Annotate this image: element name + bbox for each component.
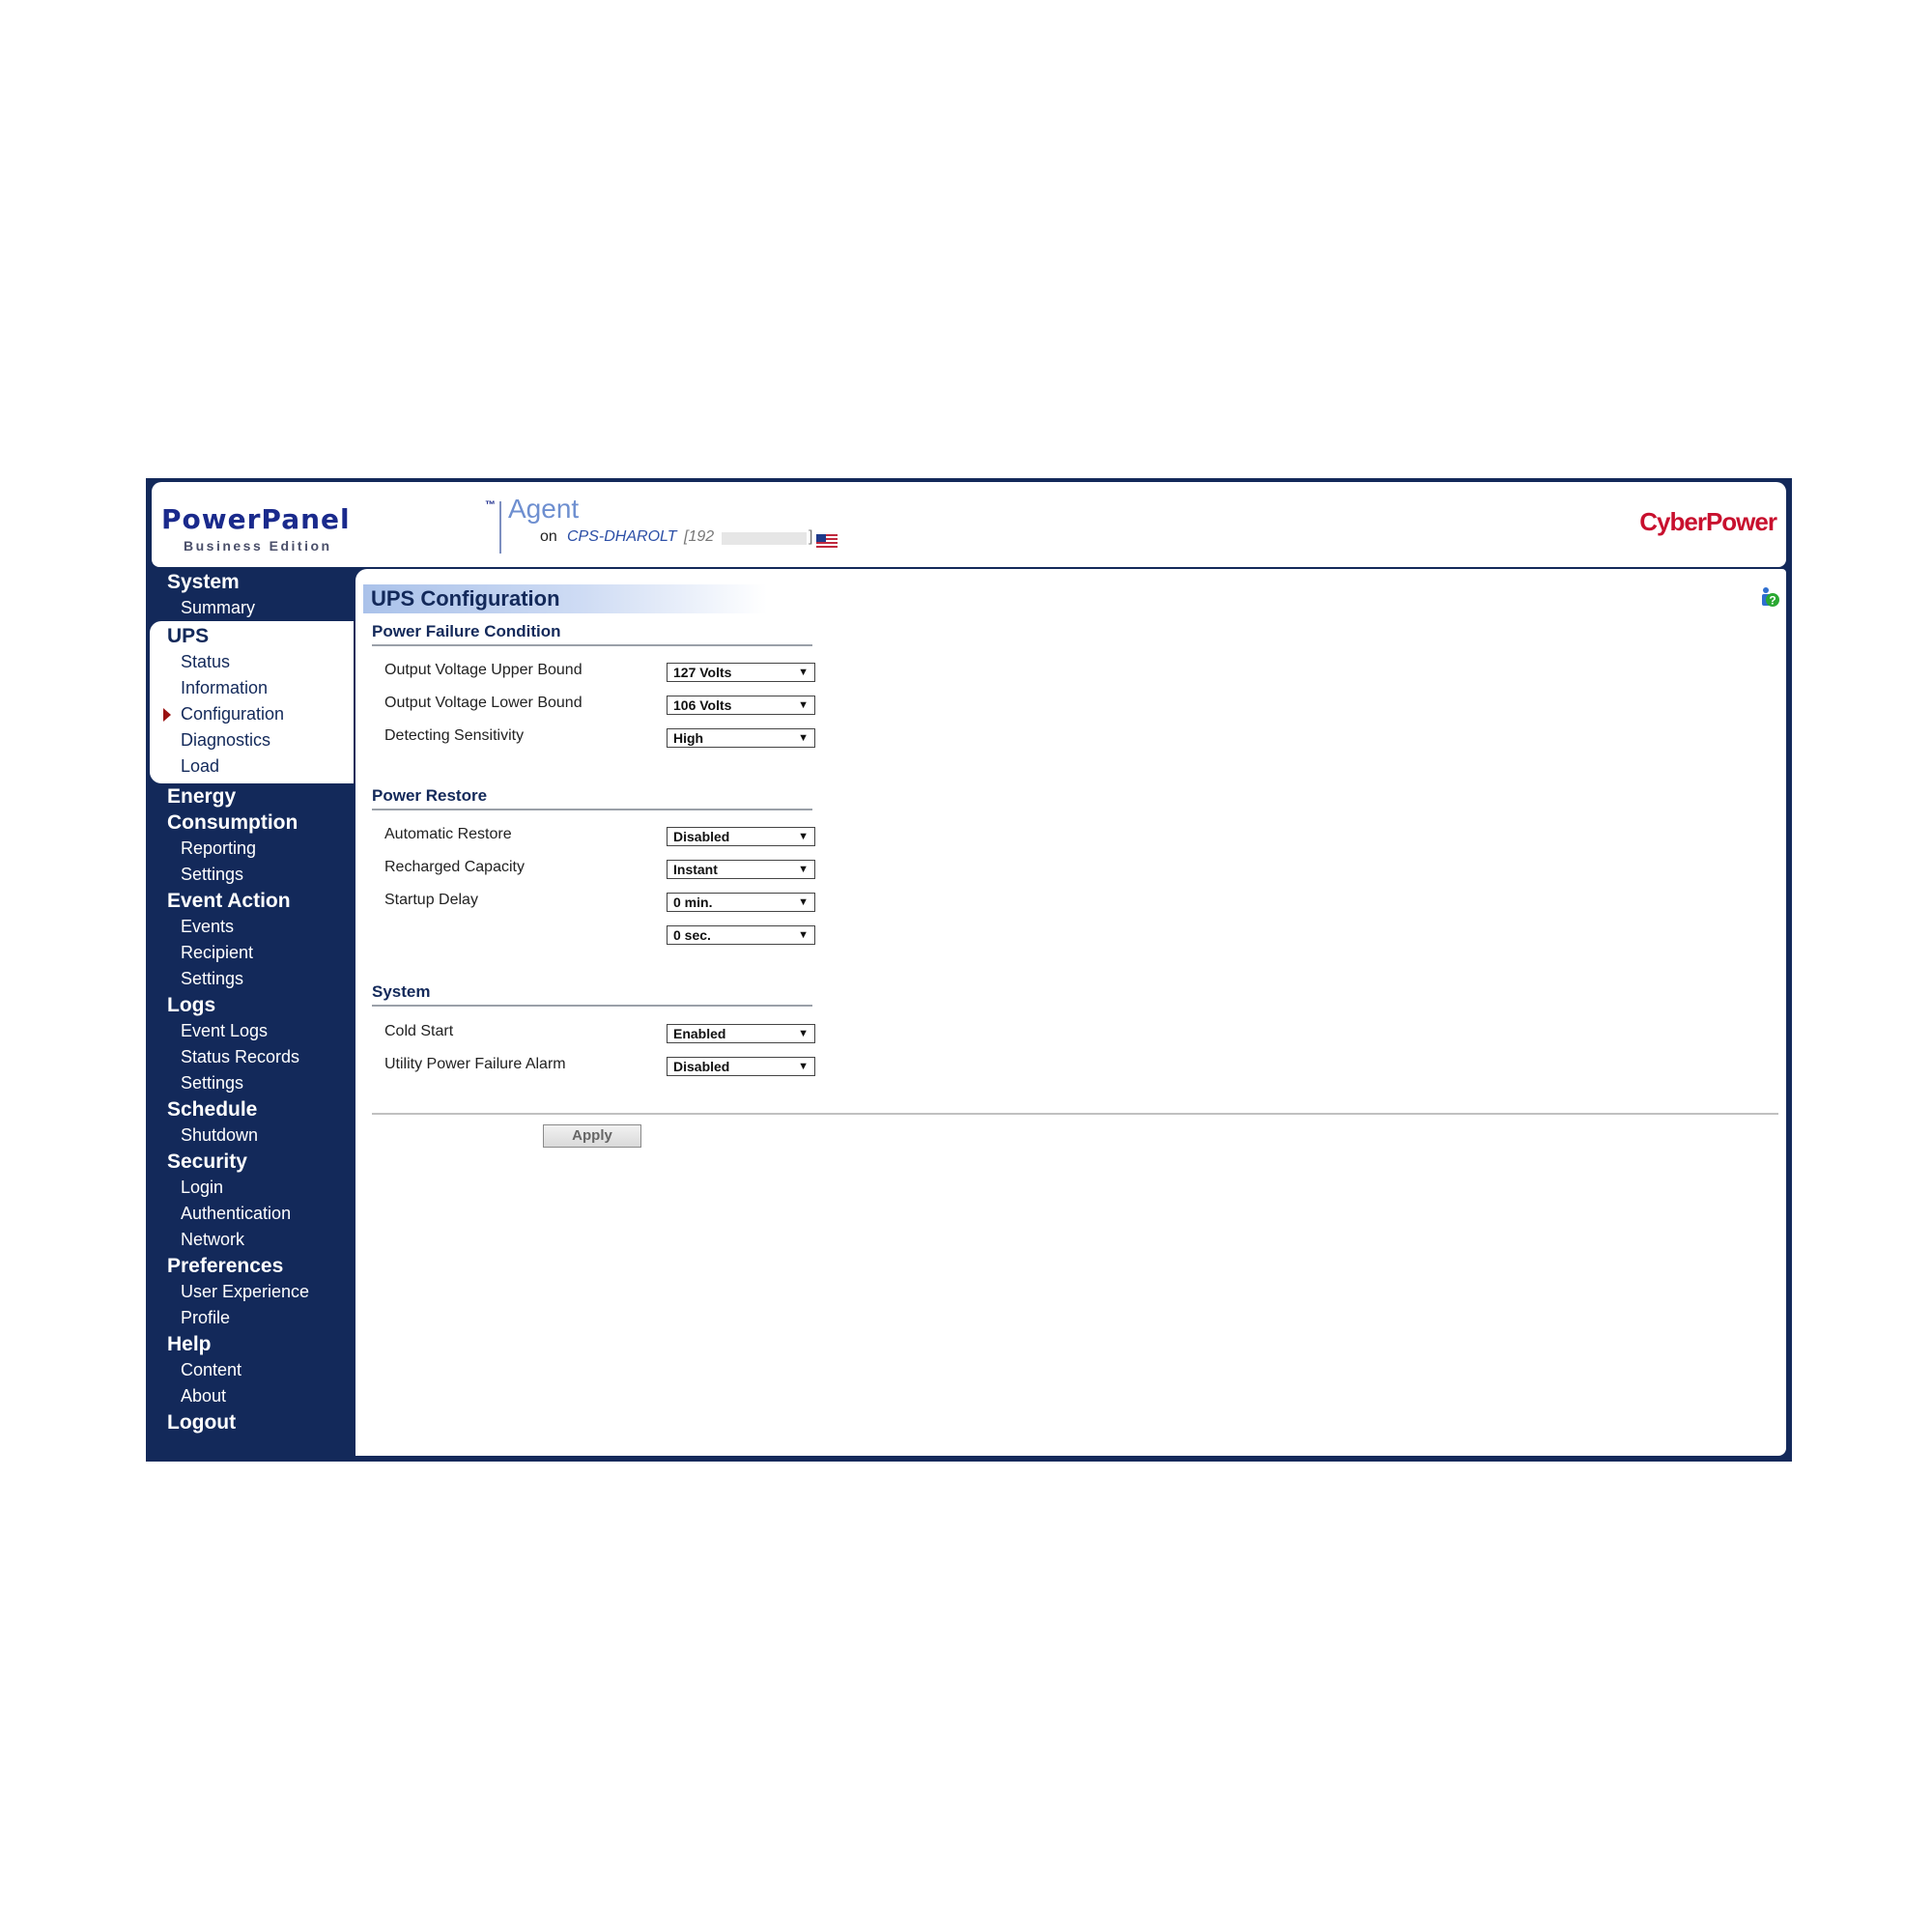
nav-item-shutdown[interactable]: Shutdown xyxy=(146,1122,354,1149)
dropdown-arrow-icon: ▼ xyxy=(798,667,809,678)
upper-bound-value: 127 Volts xyxy=(673,665,732,680)
nav-section-system[interactable]: System xyxy=(146,569,354,595)
header: PowerPanel ™ Business Edition Agent on C… xyxy=(152,482,1786,567)
power-failure-alarm-value: Disabled xyxy=(673,1059,730,1074)
dropdown-arrow-icon: ▼ xyxy=(798,896,809,908)
section-divider xyxy=(372,644,812,646)
nav-item-login[interactable]: Login xyxy=(146,1175,354,1201)
agent-title: Agent xyxy=(508,494,580,524)
nav-item-load[interactable]: Load xyxy=(150,753,354,780)
nav-item-summary[interactable]: Summary xyxy=(146,595,354,621)
system-title: System xyxy=(372,982,431,1001)
auto-restore-label: Automatic Restore xyxy=(384,826,512,842)
edition-label: Business Edition xyxy=(184,538,332,554)
dropdown-arrow-icon: ▼ xyxy=(798,699,809,711)
dropdown-arrow-icon: ▼ xyxy=(798,1028,809,1039)
nav-item-status[interactable]: Status xyxy=(150,649,354,675)
nav-item-configuration[interactable]: Configuration xyxy=(150,701,354,727)
dropdown-arrow-icon: ▼ xyxy=(798,929,809,941)
host-name: CPS-DHAROLT xyxy=(567,528,677,545)
nav-section-ups[interactable]: UPS xyxy=(150,623,354,649)
power-failure-alarm-label: Utility Power Failure Alarm xyxy=(384,1056,566,1072)
ip-address-redacted xyxy=(722,532,807,545)
nav-item-network[interactable]: Network xyxy=(146,1227,354,1253)
sidebar-nav: System Summary UPS Status Information Co… xyxy=(146,569,354,1435)
nav-item-user-experience[interactable]: User Experience xyxy=(146,1279,354,1305)
auto-restore-select[interactable]: Disabled ▼ xyxy=(667,827,815,846)
logo-divider xyxy=(499,501,501,554)
us-flag-canton xyxy=(816,534,826,542)
lower-bound-value: 106 Volts xyxy=(673,697,732,713)
nav-item-status-records[interactable]: Status Records xyxy=(146,1044,354,1070)
power-failure-title: Power Failure Condition xyxy=(372,622,561,640)
nav-section-event-action[interactable]: Event Action xyxy=(146,888,354,914)
auto-restore-value: Disabled xyxy=(673,829,730,844)
nav-section-consumption[interactable]: Consumption xyxy=(146,810,354,836)
dropdown-arrow-icon: ▼ xyxy=(798,864,809,875)
nav-section-security[interactable]: Security xyxy=(146,1149,354,1175)
nav-item-logs-settings[interactable]: Settings xyxy=(146,1070,354,1096)
sensitivity-value: High xyxy=(673,730,704,746)
cold-start-value: Enabled xyxy=(673,1026,726,1041)
cold-start-select[interactable]: Enabled ▼ xyxy=(667,1024,815,1043)
recharged-capacity-label: Recharged Capacity xyxy=(384,859,525,875)
nav-item-event-logs[interactable]: Event Logs xyxy=(146,1018,354,1044)
lower-bound-label: Output Voltage Lower Bound xyxy=(384,695,582,711)
recharged-capacity-value: Instant xyxy=(673,862,718,877)
upper-bound-select[interactable]: 127 Volts ▼ xyxy=(667,663,815,682)
nav-item-reporting[interactable]: Reporting xyxy=(146,836,354,862)
nav-section-logs[interactable]: Logs xyxy=(146,992,354,1018)
sensitivity-select[interactable]: High ▼ xyxy=(667,728,815,748)
app-window: PowerPanel ™ Business Edition Agent on C… xyxy=(146,478,1792,1462)
nav-item-energy-settings[interactable]: Settings xyxy=(146,862,354,888)
nav-item-information[interactable]: Information xyxy=(150,675,354,701)
cyberpower-logo: CyberPower xyxy=(1639,507,1777,536)
nav-section-schedule[interactable]: Schedule xyxy=(146,1096,354,1122)
help-icon[interactable]: ? xyxy=(1759,586,1780,608)
nav-item-configuration-label: Configuration xyxy=(181,704,285,724)
sensitivity-label: Detecting Sensitivity xyxy=(384,727,525,744)
nav-item-diagnostics[interactable]: Diagnostics xyxy=(150,727,354,753)
dropdown-arrow-icon: ▼ xyxy=(798,732,809,744)
section-divider xyxy=(372,1005,812,1007)
trademark-mark: ™ xyxy=(485,499,496,511)
nav-item-profile[interactable]: Profile xyxy=(146,1305,354,1331)
section-divider xyxy=(372,809,812,810)
powerpanel-logo: PowerPanel xyxy=(161,503,351,535)
nav-section-preferences[interactable]: Preferences xyxy=(146,1253,354,1279)
nav-section-help[interactable]: Help xyxy=(146,1331,354,1357)
cold-start-label: Cold Start xyxy=(384,1023,454,1039)
main-content: UPS Configuration ? Power Failure Condit… xyxy=(355,569,1786,1456)
dropdown-arrow-icon: ▼ xyxy=(798,1061,809,1072)
current-page-arrow-icon xyxy=(163,708,171,722)
dropdown-arrow-icon: ▼ xyxy=(798,831,809,842)
svg-text:?: ? xyxy=(1769,594,1776,608)
power-restore-title: Power Restore xyxy=(372,786,488,805)
nav-item-about[interactable]: About xyxy=(146,1383,354,1409)
nav-item-recipient[interactable]: Recipient xyxy=(146,940,354,966)
lower-bound-select[interactable]: 106 Volts ▼ xyxy=(667,696,815,715)
ip-address-suffix: ] xyxy=(809,528,813,545)
startup-delay-sec-select[interactable]: 0 sec. ▼ xyxy=(667,925,815,945)
nav-section-energy[interactable]: Energy xyxy=(146,783,354,810)
nav-item-content[interactable]: Content xyxy=(146,1357,354,1383)
nav-item-event-settings[interactable]: Settings xyxy=(146,966,354,992)
recharged-capacity-select[interactable]: Instant ▼ xyxy=(667,860,815,879)
nav-section-ups-active: UPS Status Information Configuration Dia… xyxy=(150,621,354,783)
startup-delay-min-value: 0 min. xyxy=(673,895,713,910)
startup-delay-label: Startup Delay xyxy=(384,892,478,908)
startup-delay-min-select[interactable]: 0 min. ▼ xyxy=(667,893,815,912)
nav-logout[interactable]: Logout xyxy=(146,1409,354,1435)
footer-divider xyxy=(372,1113,1778,1115)
nav-item-authentication[interactable]: Authentication xyxy=(146,1201,354,1227)
upper-bound-label: Output Voltage Upper Bound xyxy=(384,662,582,678)
apply-button[interactable]: Apply xyxy=(543,1124,641,1148)
on-label: on xyxy=(540,528,557,545)
nav-item-events[interactable]: Events xyxy=(146,914,354,940)
ip-address-prefix: [192 xyxy=(684,528,715,545)
power-failure-alarm-select[interactable]: Disabled ▼ xyxy=(667,1057,815,1076)
startup-delay-sec-value: 0 sec. xyxy=(673,927,711,943)
page-title: UPS Configuration xyxy=(363,584,767,613)
